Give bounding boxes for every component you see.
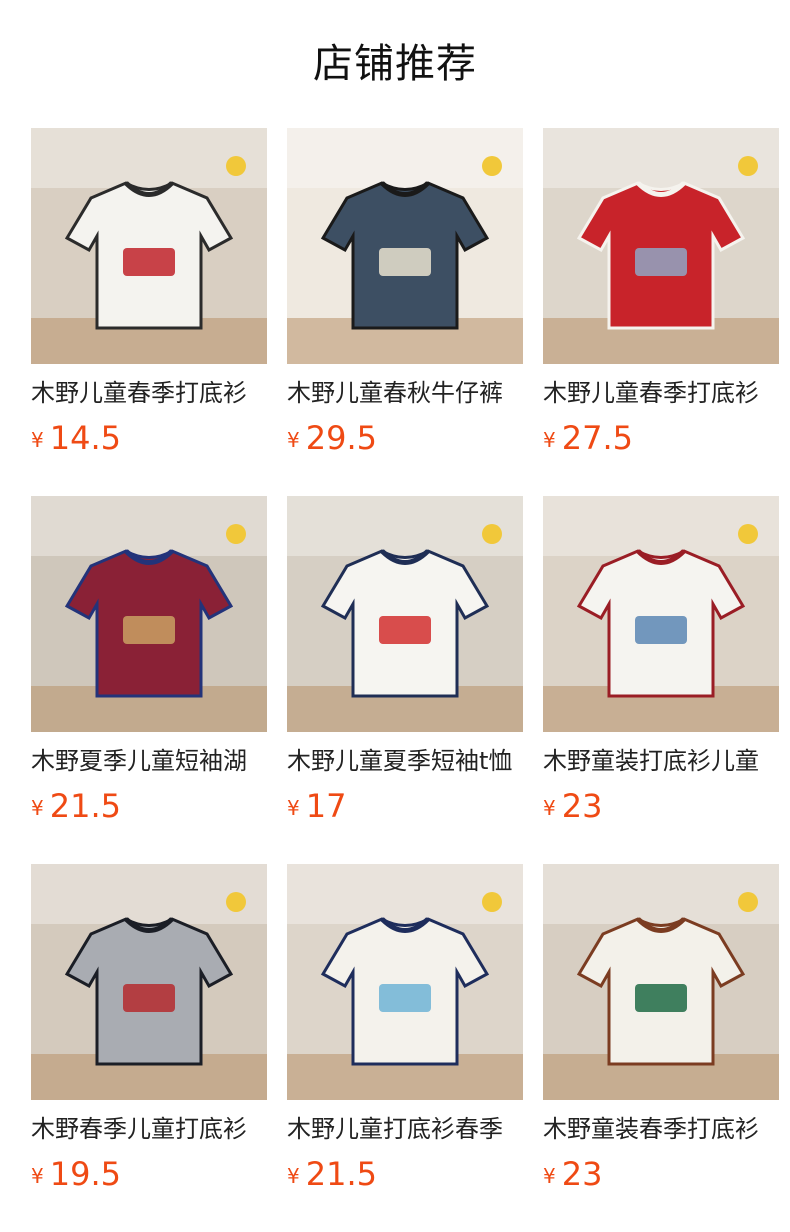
product-photo-camping-raglan[interactable] bbox=[287, 864, 523, 1100]
product-card[interactable]: 木野童装春季打底衫 ¥23 bbox=[543, 864, 779, 1193]
product-card[interactable]: 木野夏季儿童短袖湖 ¥21.5 bbox=[31, 496, 267, 825]
shop-recommendation-page: 店铺推荐 木野儿童春季打底衫 ¥14.5 木野儿童春秋牛仔裤 ¥29.5 木野儿童春季打… bbox=[0, 0, 790, 1232]
currency-symbol: ¥ bbox=[543, 1164, 556, 1188]
price-value: 19.5 bbox=[49, 1155, 121, 1193]
product-name[interactable]: 木野夏季儿童短袖湖 bbox=[31, 744, 267, 778]
product-photo-23-tee[interactable] bbox=[543, 496, 779, 732]
product-name[interactable]: 木野儿童春秋牛仔裤 bbox=[287, 376, 523, 410]
product-photo-grey-raglan[interactable] bbox=[31, 864, 267, 1100]
price-value: 17 bbox=[305, 787, 347, 825]
product-card[interactable]: 木野春季儿童打底衫 ¥19.5 bbox=[31, 864, 267, 1193]
product-name[interactable]: 木野儿童春季打底衫 bbox=[543, 376, 779, 410]
product-card[interactable]: 木野儿童打底衫春季 ¥21.5 bbox=[287, 864, 523, 1193]
currency-symbol: ¥ bbox=[543, 428, 556, 452]
product-price: ¥29.5 bbox=[287, 418, 377, 458]
price-value: 21.5 bbox=[49, 787, 121, 825]
product-name[interactable]: 木野童装打底衫儿童 bbox=[543, 744, 779, 778]
product-grid: 木野儿童春季打底衫 ¥14.5 木野儿童春秋牛仔裤 ¥29.5 木野儿童春季打底衫 ¥27… bbox=[31, 128, 790, 1193]
currency-symbol: ¥ bbox=[287, 428, 300, 452]
product-price: ¥27.5 bbox=[543, 418, 633, 458]
product-photo-striped-tees[interactable] bbox=[31, 496, 267, 732]
price-value: 14.5 bbox=[49, 419, 121, 457]
price-value: 21.5 bbox=[305, 1155, 377, 1193]
product-card[interactable]: 木野童装打底衫儿童 ¥23 bbox=[543, 496, 779, 825]
currency-symbol: ¥ bbox=[543, 796, 556, 820]
product-price: ¥21.5 bbox=[287, 1154, 377, 1194]
product-card[interactable]: 木野儿童春秋牛仔裤 ¥29.5 bbox=[287, 128, 523, 457]
product-price: ¥14.5 bbox=[31, 418, 121, 458]
product-card[interactable]: 木野儿童夏季短袖t恤 ¥17 bbox=[287, 496, 523, 825]
product-photo-white-tees[interactable] bbox=[31, 128, 267, 364]
price-value: 29.5 bbox=[305, 419, 377, 457]
product-card[interactable]: 木野儿童春季打底衫 ¥14.5 bbox=[31, 128, 267, 457]
currency-symbol: ¥ bbox=[31, 796, 44, 820]
currency-symbol: ¥ bbox=[31, 1164, 44, 1188]
currency-symbol: ¥ bbox=[287, 796, 300, 820]
product-card[interactable]: 木野儿童春季打底衫 ¥27.5 bbox=[543, 128, 779, 457]
product-price: ¥19.5 bbox=[31, 1154, 121, 1194]
page-title: 店铺推荐 bbox=[313, 41, 477, 87]
product-price: ¥23 bbox=[543, 786, 602, 826]
product-photo-white-tee-shorts[interactable] bbox=[287, 496, 523, 732]
currency-symbol: ¥ bbox=[31, 428, 44, 452]
product-photo-denim-jeans[interactable] bbox=[287, 128, 523, 364]
product-price: ¥17 bbox=[287, 786, 346, 826]
product-name[interactable]: 木野春季儿童打底衫 bbox=[31, 1112, 267, 1146]
price-value: 23 bbox=[561, 787, 603, 825]
currency-symbol: ¥ bbox=[287, 1164, 300, 1188]
product-photo-color-raglans[interactable] bbox=[543, 864, 779, 1100]
price-value: 23 bbox=[561, 1155, 603, 1193]
product-name[interactable]: 木野儿童春季打底衫 bbox=[31, 376, 267, 410]
product-photo-red-stripe-tee[interactable] bbox=[543, 128, 779, 364]
product-price: ¥21.5 bbox=[31, 786, 121, 826]
product-name[interactable]: 木野童装春季打底衫 bbox=[543, 1112, 779, 1146]
product-name[interactable]: 木野儿童打底衫春季 bbox=[287, 1112, 523, 1146]
product-price: ¥23 bbox=[543, 1154, 602, 1194]
price-value: 27.5 bbox=[561, 419, 633, 457]
product-name[interactable]: 木野儿童夏季短袖t恤 bbox=[287, 744, 523, 778]
